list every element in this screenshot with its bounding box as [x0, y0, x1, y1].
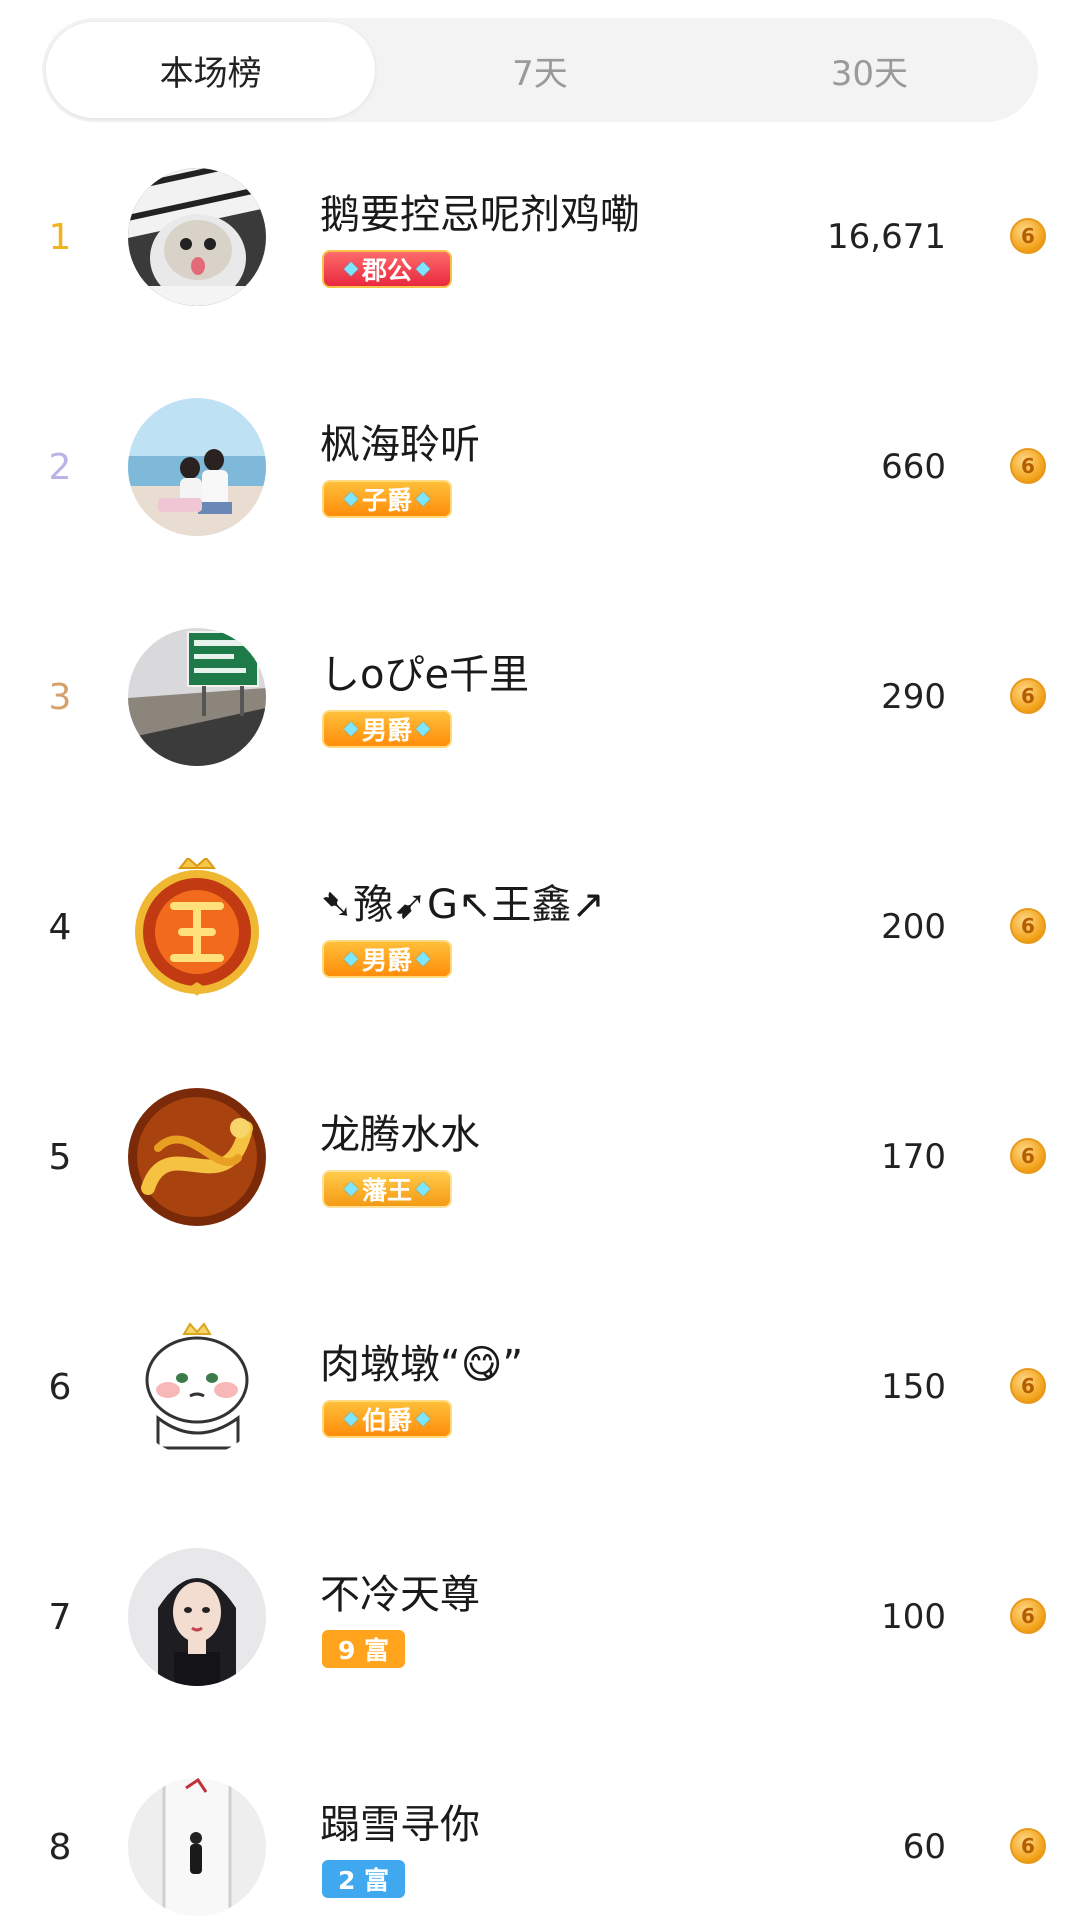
coin-icon: 6 [1010, 1368, 1046, 1404]
tab-current-session[interactable]: 本场榜 [46, 22, 376, 118]
gem-icon [415, 261, 431, 277]
gift-score: 16,671 [827, 217, 946, 257]
list-item[interactable]: 1 鹅要控忌呢剂鸡嘞 郡公 16,671 6 [0, 122, 1080, 352]
gem-icon [415, 1181, 431, 1197]
rank-number: 7 [48, 1596, 72, 1638]
coin-icon: 6 [1010, 448, 1046, 484]
user-name[interactable]: 蹋雪寻你 [320, 1792, 480, 1850]
gem-icon [343, 721, 359, 737]
user-name[interactable]: 枫海聆听 [320, 412, 480, 470]
user-name[interactable]: 鹅要控忌呢剂鸡嘞 [320, 182, 640, 240]
coin-icon: 6 [1010, 1598, 1046, 1634]
coin-icon: 6 [1010, 678, 1046, 714]
avatar[interactable] [128, 1318, 266, 1456]
highway-avatar-image [128, 628, 266, 766]
rank-number: 8 [48, 1826, 72, 1868]
gift-score: 100 [881, 1597, 946, 1637]
gift-score: 290 [881, 677, 946, 717]
gem-icon [343, 491, 359, 507]
gem-icon [415, 491, 431, 507]
rank-badge: 伯爵 [322, 1400, 453, 1438]
rank-number: 1 [48, 216, 72, 258]
list-item[interactable]: 4 ➷豫➹G↖王鑫↗ 男爵 200 6 [0, 812, 1080, 1042]
avatar[interactable] [128, 168, 266, 306]
rank-number: 4 [48, 906, 72, 948]
user-name[interactable]: 龙腾水水 [320, 1102, 480, 1160]
rank-badge: 子爵 [322, 480, 453, 518]
user-name[interactable]: ➷豫➹G↖王鑫↗ [320, 872, 605, 930]
rank-number: 6 [48, 1366, 72, 1408]
list-item[interactable]: 6 肉墩墩“😋” 伯爵 150 6 [0, 1272, 1080, 1502]
girl-avatar-image [128, 1548, 266, 1686]
gem-icon [343, 261, 359, 277]
gem-icon [415, 721, 431, 737]
cartoon-cat-avatar-image [128, 1318, 266, 1456]
tab-7-days[interactable]: 7天 [375, 22, 704, 118]
cat-avatar-image [128, 168, 266, 306]
gem-icon [415, 951, 431, 967]
avatar[interactable] [128, 1548, 266, 1686]
gift-score: 200 [881, 907, 946, 947]
gem-icon [343, 951, 359, 967]
coin-icon: 6 [1010, 218, 1046, 254]
rank-badge: 郡公 [322, 250, 453, 288]
gift-score: 660 [881, 447, 946, 487]
coin-icon: 6 [1010, 1828, 1046, 1864]
list-item[interactable]: 3 しoぴe千里 男爵 290 6 [0, 582, 1080, 812]
list-item[interactable]: 2 枫海聆听 子爵 660 6 [0, 352, 1080, 582]
gift-score: 60 [902, 1827, 946, 1867]
avatar[interactable] [128, 856, 266, 996]
beach-couple-avatar-image [128, 398, 266, 536]
gem-icon [343, 1411, 359, 1427]
avatar[interactable] [128, 628, 266, 766]
rank-badge: 男爵 [322, 710, 453, 748]
avatar[interactable] [128, 1778, 266, 1916]
user-name[interactable]: しoぴe千里 [320, 642, 529, 700]
dragon-avatar-image [128, 1088, 266, 1226]
list-item[interactable]: 8 蹋雪寻你 2 富 60 6 [0, 1732, 1080, 1920]
gift-score: 150 [881, 1367, 946, 1407]
list-item[interactable]: 5 龙腾水水 藩王 170 6 [0, 1042, 1080, 1272]
wealth-badge: 9 富 [322, 1630, 406, 1668]
rank-badge: 男爵 [322, 940, 453, 978]
gem-icon [415, 1411, 431, 1427]
tab-30-days[interactable]: 30天 [705, 22, 1034, 118]
ranking-list: 1 鹅要控忌呢剂鸡嘞 郡公 16,671 6 2 枫海聆听 子爵 660 6 3… [0, 122, 1080, 1920]
avatar[interactable] [128, 1088, 266, 1226]
rank-number: 3 [48, 676, 72, 718]
coin-icon: 6 [1010, 1138, 1046, 1174]
rank-badge: 藩王 [322, 1170, 453, 1208]
wealth-badge: 2 富 [322, 1860, 406, 1898]
user-name[interactable]: 肉墩墩“😋” [320, 1332, 523, 1390]
avatar[interactable] [128, 398, 266, 536]
gift-score: 170 [881, 1137, 946, 1177]
gem-icon [343, 1181, 359, 1197]
coin-icon: 6 [1010, 908, 1046, 944]
list-item[interactable]: 7 不冷天尊 9 富 100 6 [0, 1502, 1080, 1732]
leaderboard-page: 本场榜 7天 30天 1 鹅要控忌呢剂鸡嘞 郡公 16,671 6 2 枫海聆听… [0, 0, 1080, 1920]
figure-avatar-image [128, 1778, 266, 1916]
king-emblem-avatar-image [135, 856, 259, 996]
rank-number: 5 [48, 1136, 72, 1178]
leaderboard-tabs: 本场榜 7天 30天 [42, 18, 1038, 122]
user-name[interactable]: 不冷天尊 [320, 1562, 480, 1620]
rank-number: 2 [48, 446, 72, 488]
